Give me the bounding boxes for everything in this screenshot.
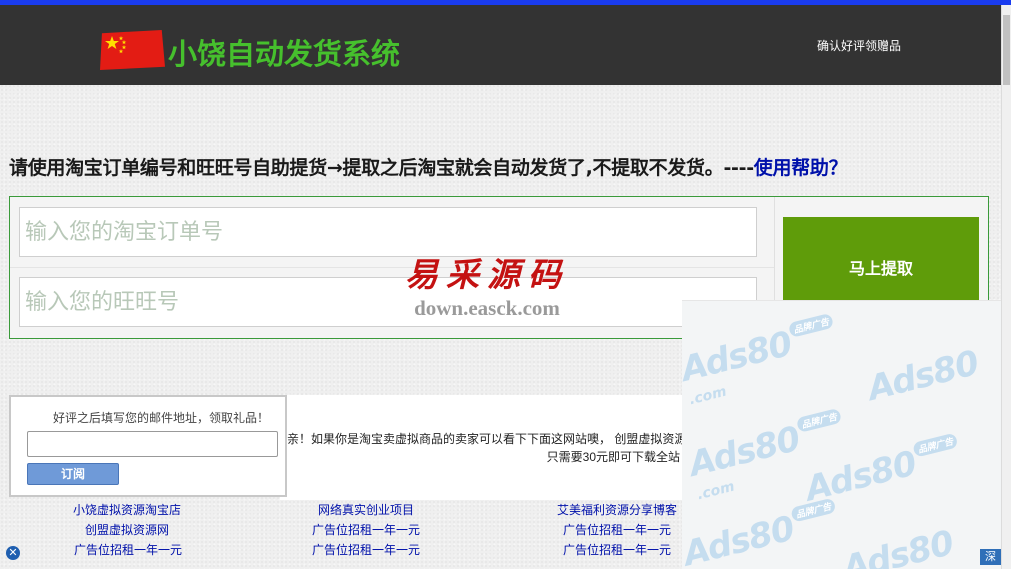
- email-input[interactable]: [27, 431, 278, 457]
- brand-title: 小饶自动发货系统: [168, 37, 401, 71]
- subscribe-title: 好评之后填写您的邮件地址，领取礼品！: [53, 411, 270, 425]
- link-item[interactable]: 艾美福利资源分享博客: [557, 501, 677, 518]
- notice-line-1: 亲！如果你是淘宝卖虚拟商品的卖家可以看下下面这网站噢， 创盟虚拟资源: [287, 432, 687, 446]
- notice-line-2: 只需要30元即可下载全站: [546, 450, 680, 464]
- close-icon[interactable]: ✕: [6, 546, 20, 560]
- ad-logo: Ads80: [838, 523, 958, 569]
- link-item[interactable]: 广告位招租一年一元: [312, 521, 420, 538]
- order-number-input[interactable]: [19, 207, 757, 257]
- link-item[interactable]: 广告位招租一年一元: [563, 541, 671, 558]
- link-item[interactable]: 广告位招租一年一元: [563, 521, 671, 538]
- instruction-text: 请使用淘宝订单编号和旺旺号自助提货→提取之后淘宝就会自动发货了,不提取不发货。-…: [9, 153, 848, 180]
- ad-logo: Ads80: [863, 343, 983, 409]
- subscribe-popup: 好评之后填写您的邮件地址，领取礼品！ 订阅: [9, 395, 287, 497]
- friend-links: 小饶虚拟资源淘宝店 创盟虚拟资源网 广告位招租一年一元 网络真实创业项目 广告位…: [0, 500, 700, 569]
- header-bar: 小饶自动发货系统 确认好评领赠品: [0, 5, 1001, 85]
- instruction-main: 请使用淘宝订单编号和旺旺号自助提货→提取之后淘宝就会自动发货了,不提取不发货。-…: [9, 157, 754, 179]
- ad-logo: Ads80品牌广告: [682, 497, 843, 569]
- link-item[interactable]: 广告位招租一年一元: [312, 541, 420, 558]
- china-flag-icon: [100, 30, 165, 70]
- link-item[interactable]: 广告位招租一年一元: [74, 541, 182, 558]
- link-item[interactable]: 小饶虚拟资源淘宝店: [73, 501, 181, 518]
- ad-panel[interactable]: Ads80品牌广告 .com Ads80 Ads80品牌广告 .com Ads80品…: [682, 300, 1001, 569]
- wangwang-id-input[interactable]: [19, 277, 757, 327]
- confirm-review-gift-link[interactable]: 确认好评领赠品: [817, 37, 901, 54]
- scrollbar-thumb[interactable]: [1003, 15, 1010, 85]
- link-item[interactable]: 创盟虚拟资源网: [85, 521, 169, 538]
- vertical-scrollbar[interactable]: [1001, 5, 1011, 569]
- ad-corner-button[interactable]: 深: [980, 549, 1001, 565]
- promo-notice: 亲！如果你是淘宝卖虚拟商品的卖家可以看下下面这网站噢， 创盟虚拟资源 只需要30…: [280, 395, 700, 500]
- help-link[interactable]: 使用帮助？: [754, 157, 848, 179]
- subscribe-button[interactable]: 订阅: [27, 463, 119, 485]
- link-item[interactable]: 网络真实创业项目: [318, 501, 414, 518]
- form-row-divider: [10, 267, 774, 268]
- ad-logo: Ads80品牌广告 .com: [682, 312, 845, 408]
